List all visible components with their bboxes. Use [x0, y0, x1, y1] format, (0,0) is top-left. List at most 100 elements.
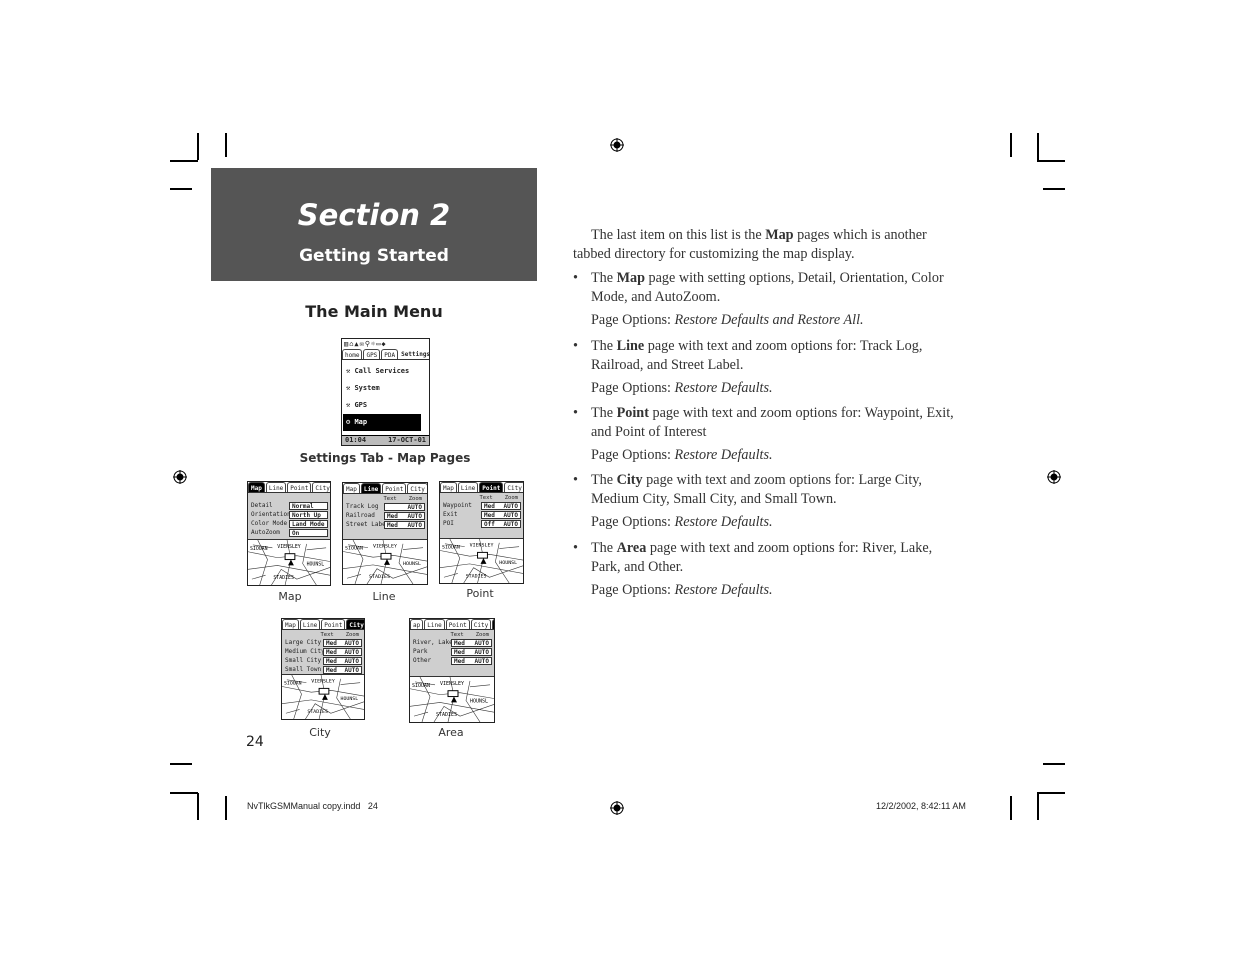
tab-home[interactable]: home [342, 349, 363, 359]
header-zoom: Zoom [504, 495, 518, 501]
zoom-value: AUTO [407, 503, 422, 511]
screen-point: MapLinePointCityAr Text Zoom Waypoint Med AUT… [439, 481, 524, 584]
svg-text:VIENSLEY: VIENSLEY [470, 543, 494, 549]
caption-city: City [309, 726, 331, 739]
option-value-field[interactable]: Med AUTO [323, 647, 362, 656]
option-value-field[interactable]: Land Mode [289, 519, 328, 528]
figure-caption: Settings Tab - Map Pages [299, 451, 471, 465]
bullet-bold: Map [616, 270, 645, 286]
option-value-field[interactable]: Med AUTO [451, 647, 492, 656]
option-value-field[interactable]: Med AUTO [451, 656, 492, 665]
svg-text:SIOUAN: SIOUAN [345, 546, 363, 552]
tab-line[interactable]: Line [424, 619, 445, 629]
tab-line[interactable]: Line [360, 483, 382, 493]
tab-point[interactable]: Point [445, 619, 470, 629]
status-time: 01:04 [345, 436, 367, 444]
tab-settings[interactable]: Settings [399, 349, 429, 359]
tab-ap[interactable]: ap [410, 619, 424, 629]
zoom-value: AUTO [503, 502, 518, 510]
option-label: River, Lake [413, 639, 453, 646]
map-tabs: MapLinePointCityAr [282, 619, 364, 630]
map-preview: SIOUAN VIENSLEY HOUNSL STADIES [440, 538, 523, 583]
tab-pda[interactable]: PDA [381, 349, 399, 359]
tab-map[interactable]: Map [343, 483, 360, 493]
option-row: Other Med AUTO [413, 656, 492, 665]
tab-gps[interactable]: GPS [363, 349, 381, 359]
crop-mark [1037, 160, 1065, 162]
tab-point[interactable]: Point [479, 482, 504, 492]
option-value-field[interactable]: Med AUTO [323, 656, 362, 665]
option-value-field[interactable]: Med AUTO [451, 638, 492, 647]
tab-city[interactable]: City [504, 482, 523, 492]
tab-line[interactable]: Line [299, 619, 321, 629]
option-label: Medium City [285, 648, 325, 655]
option-row: POI Off AUTO [443, 519, 521, 528]
option-label: Small Town [285, 666, 322, 673]
registration-mark-icon [1047, 470, 1061, 484]
crop-mark [1010, 796, 1012, 820]
tab-map[interactable]: Map [282, 619, 299, 629]
page-options: Page Options: Restore Defaults and Resto… [591, 312, 864, 329]
crop-mark [1037, 792, 1065, 794]
option-value-field[interactable]: Med AUTO [481, 501, 521, 510]
option-row: AutoZoom On [251, 528, 328, 537]
header-zoom: Zoom [345, 632, 359, 638]
bullet-item: • The Line page with text and zoom option… [573, 337, 958, 374]
item-label: System [354, 384, 380, 392]
option-value-field[interactable]: Med AUTO [481, 510, 521, 519]
text-value: Med [454, 648, 465, 656]
option-value-field[interactable]: On [289, 528, 328, 537]
tab-point[interactable]: Point [287, 482, 312, 492]
map-tabs: apLinePointCityArea [410, 619, 494, 630]
svg-text:STADIES: STADIES [436, 712, 457, 718]
tab-line[interactable]: Line [265, 482, 287, 492]
tab-city[interactable]: City [470, 619, 492, 629]
option-value-field[interactable]: Med AUTO [384, 511, 425, 520]
tab-area[interactable]: Area [492, 619, 494, 629]
options-list: Text Zoom Waypoint Med AUTO Exit Med AUTO POI Off… [440, 493, 523, 528]
tab-map[interactable]: Map [248, 482, 265, 492]
text-value: Med [326, 648, 337, 656]
page-options-value: Restore Defaults. [674, 514, 773, 530]
text-value: Normal [292, 502, 314, 510]
svg-text:HOUNSL: HOUNSL [470, 698, 488, 704]
option-value-field[interactable]: Med AUTO [323, 665, 362, 674]
option-value-field[interactable]: AUTO [384, 502, 425, 511]
option-row: Park Med AUTO [413, 647, 492, 656]
option-value-field[interactable]: Normal [289, 501, 328, 510]
bullet-icon: • [573, 540, 578, 556]
tab-line[interactable]: Line [457, 482, 479, 492]
option-label: Waypoint [443, 502, 472, 509]
intro-paragraph: The last item on this list is the Map pa… [573, 226, 953, 263]
settings-item-gps[interactable]: ⚒ GPS [346, 397, 424, 414]
settings-item-call-services[interactable]: ⚒ Call Services [346, 363, 424, 380]
option-label: AutoZoom [251, 529, 280, 536]
tab-city[interactable]: City [346, 619, 364, 629]
tab-point[interactable]: Point [382, 483, 407, 493]
crop-mark [1037, 793, 1039, 820]
zoom-value: AUTO [344, 657, 359, 665]
tab-point[interactable]: Point [321, 619, 346, 629]
svg-text:STADIES: STADIES [273, 575, 294, 581]
svg-text:VIENSLEY: VIENSLEY [311, 679, 335, 685]
tab-city[interactable]: City [407, 483, 427, 493]
option-label: Exit [443, 511, 458, 518]
tab-city[interactable]: City [312, 482, 330, 492]
zoom-value: AUTO [344, 648, 359, 656]
settings-item-map[interactable]: ⚙ Map [343, 414, 421, 431]
status-icons: ▥⌂▲✉⚲☼▭◆ [344, 340, 387, 348]
tab-map[interactable]: Map [440, 482, 457, 492]
settings-item-system[interactable]: ⚒ System [346, 380, 424, 397]
page-options-value: Restore Defaults. [674, 380, 773, 396]
option-value-field[interactable]: Off AUTO [481, 519, 521, 528]
screen-line: MapLinePointCityAre Text Zoom Track Log AUTO… [342, 482, 428, 585]
svg-text:VIENSLEY: VIENSLEY [440, 681, 464, 687]
bullet-item: • The City page with text and zoom option… [573, 471, 958, 508]
option-value-field[interactable]: Med AUTO [384, 520, 425, 529]
bullet-item: • The Map page with setting options, Deta… [573, 269, 958, 306]
option-label: Street Label [346, 521, 390, 528]
crop-mark [1043, 188, 1065, 190]
text-value: Med [484, 511, 495, 519]
option-value-field[interactable]: Med AUTO [323, 638, 362, 647]
option-value-field[interactable]: North Up [289, 510, 328, 519]
